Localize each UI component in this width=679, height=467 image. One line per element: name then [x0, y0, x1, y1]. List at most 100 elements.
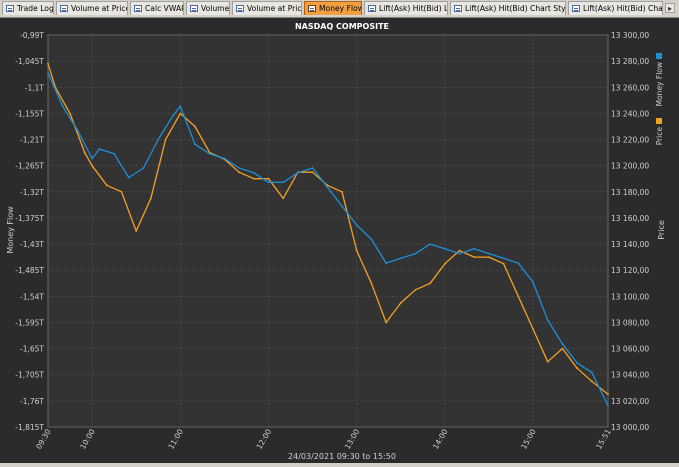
price-series-point: [502, 262, 505, 265]
y-left-tick-label: -1,045T: [15, 57, 44, 66]
money-flow-series-point: [47, 72, 49, 74]
price-series-point: [399, 302, 402, 304]
legend-label-money-flow: Money Flow: [655, 62, 664, 106]
price-series-point: [91, 164, 93, 167]
y-right-tick-label: 13 140,00: [611, 240, 649, 249]
grid-icon: [60, 5, 68, 12]
tab-volume-at-price[interactable]: Volume at Price: [56, 1, 128, 15]
grid-icon: [368, 5, 376, 12]
tab-lift-hit-log[interactable]: Lift(Ask) Hit(Bid) Log: [364, 1, 448, 15]
y-right-tick-label: 13 300,00: [611, 31, 649, 40]
grid: [47, 34, 609, 428]
x-tick-label: 14:00: [431, 427, 450, 450]
tab-label: Trade Log: [17, 4, 54, 13]
price-series-point: [238, 171, 241, 174]
chart-area: -0,99T 13 300,00 -1,045T 13 280,00 -1,1T 13 2…: [0, 18, 679, 463]
money-flow-series-point: [61, 105, 64, 108]
price-series-point: [607, 393, 609, 396]
price-series-point: [590, 380, 593, 383]
legend-swatch-money-flow: [656, 53, 662, 59]
x-tick-label: 10:00: [78, 427, 97, 450]
x-tick-label: 15:00: [519, 427, 538, 450]
price-series-point: [252, 177, 255, 180]
y-left-tick-label: -1,595T: [15, 318, 44, 327]
x-tick-label: 11:00: [166, 427, 185, 450]
y-left-tick-label: -1,43T: [20, 240, 44, 249]
money-flow-chart: -0,99T 13 300,00 -1,045T 13 280,00 -1,1T 13 2…: [6, 22, 666, 461]
money-flow-series-point: [473, 247, 476, 250]
money-flow-series-point: [223, 157, 226, 160]
y-left-tick-label: -1,265T: [15, 162, 44, 171]
y-right-tick-label: 13 020,00: [611, 397, 649, 406]
y-axis-label-right: Price: [657, 220, 666, 240]
price-series-point: [458, 249, 461, 252]
money-flow-series-point: [517, 262, 520, 264]
money-flow-series-point: [238, 167, 241, 169]
tab-label: Lift(Ask) Hit(Bid) Chart: [583, 4, 663, 13]
price-series-point: [473, 256, 476, 258]
y-right-tick-label: 13 060,00: [611, 345, 649, 354]
price-series-point: [370, 282, 373, 285]
y-left-tick-label: -1,1T: [25, 83, 45, 92]
tab-trade-log[interactable]: Trade Log: [2, 1, 54, 15]
price-series-point: [355, 249, 358, 252]
money-flow-series-point: [194, 143, 196, 146]
tab-lift-hit-chart-style-1[interactable]: Lift(Ask) Hit(Bid) Chart Style 1: [450, 1, 566, 15]
money-flow-series-point: [208, 152, 211, 155]
money-flow-series-point: [370, 238, 373, 241]
tab-label: Calc VWAP: [145, 4, 184, 13]
y-left-tick-label: -1,375T: [15, 214, 44, 223]
grid-icon: [6, 5, 14, 12]
y-right-tick-label: 13 200,00: [611, 162, 649, 171]
money-flow-series-point: [532, 281, 534, 283]
money-flow-series-point: [91, 157, 93, 160]
money-flow-series-point: [576, 362, 578, 364]
x-tick-label: 15:51: [594, 427, 613, 450]
money-flow-series-point: [297, 171, 299, 174]
y-left-tick-label: -1,76T: [20, 397, 44, 406]
money-flow-series-point: [429, 243, 432, 246]
price-series-point: [105, 184, 108, 187]
price-series-point: [517, 295, 520, 298]
y-right-tick-label: 13 260,00: [611, 83, 649, 92]
money-flow-series-point: [98, 148, 101, 150]
price-series-point: [69, 112, 71, 115]
chart-icon: [572, 5, 580, 12]
tab-money-flow[interactable]: Money Flow: [304, 1, 362, 15]
money-flow-series-point: [458, 252, 461, 255]
money-flow-series-point: [385, 262, 387, 264]
tab-volume[interactable]: Volume: [186, 1, 230, 15]
tab-bar: Trade Log Volume at Price Calc VWAP Volu…: [0, 0, 679, 18]
y-right-tick-label: 13 120,00: [611, 266, 649, 275]
price-series-point: [164, 138, 167, 141]
price-series-point: [429, 282, 432, 285]
legend-label-price: Price: [655, 127, 664, 146]
tab-lift-hit-chart[interactable]: Lift(Ask) Hit(Bid) Chart: [568, 1, 663, 15]
money-flow-series-point: [399, 257, 402, 260]
y-left-tick-label: -1,32T: [20, 188, 44, 197]
y-left-tick-label: -1,65T: [20, 345, 44, 354]
tab-calc-vwap[interactable]: Calc VWAP: [130, 1, 184, 15]
money-flow-series-point: [127, 176, 130, 179]
money-flow-series-point: [282, 181, 285, 184]
price-series-point: [120, 190, 123, 193]
tab-label: Lift(Ask) Hit(Bid) Log: [379, 4, 448, 13]
money-flow-series-point: [341, 205, 343, 208]
y-right-tick-label: 13 160,00: [611, 214, 649, 223]
price-series-point: [414, 288, 417, 291]
x-axis-label: 24/03/2021 09:30 to 15:50: [288, 452, 396, 461]
y-left-tick-label: -1,155T: [15, 109, 44, 118]
money-flow-series-point: [561, 342, 564, 345]
y-right-tick-label: 13 040,00: [611, 371, 649, 380]
tab-scroll-right-icon[interactable]: ▸: [665, 3, 675, 13]
price-series-point: [150, 197, 152, 200]
y-left-tick-label: -1,705T: [15, 371, 44, 380]
price-series-point: [488, 256, 490, 258]
tab-volume-at-price-2[interactable]: Volume at Price: [232, 1, 302, 15]
money-flow-series-point: [488, 252, 490, 255]
money-flow-series-point: [355, 224, 358, 227]
price-series-point: [47, 62, 49, 65]
price-series-point: [179, 112, 182, 115]
y-right-tick-label: 13 100,00: [611, 292, 649, 301]
tab-label: Volume at Price: [247, 4, 302, 13]
